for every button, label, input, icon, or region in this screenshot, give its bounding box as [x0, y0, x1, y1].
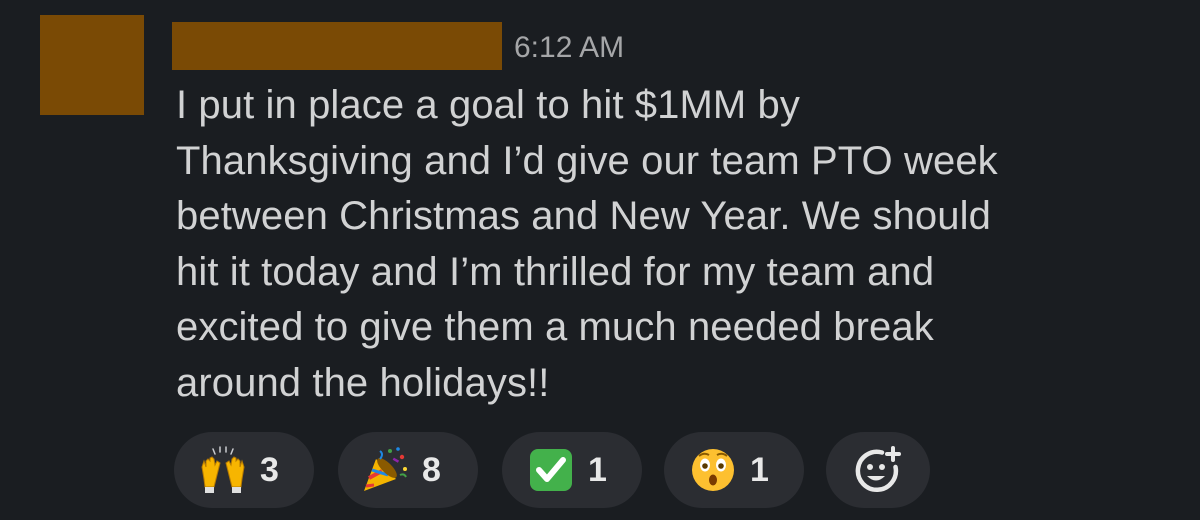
- chat-message: 6:12 AM I put in place a goal to hit $1M…: [0, 0, 1200, 520]
- message-line: I put in place a goal to hit $1MM by: [176, 83, 800, 127]
- message-line: hit it today and I’m thrilled for my tea…: [176, 249, 935, 294]
- hushed-face-icon: [692, 449, 734, 491]
- message-body: I put in place a goal to hit $1MM by Tha…: [176, 78, 1166, 411]
- reaction-raised-hands[interactable]: 3: [174, 432, 314, 508]
- white-check-mark-icon: [530, 449, 572, 491]
- message-line: Thanksgiving and I’d give our team PTO w…: [176, 138, 998, 183]
- reaction-hushed-face[interactable]: 1: [664, 432, 804, 508]
- message-timestamp[interactable]: 6:12 AM: [514, 30, 624, 66]
- message-line: between Christmas and New Year. We shoul…: [176, 194, 991, 238]
- raised-hands-icon: [201, 446, 245, 493]
- add-reaction-icon: [855, 446, 901, 492]
- party-popper-icon: [364, 447, 407, 491]
- sender-name-redacted[interactable]: [172, 22, 502, 70]
- add-reaction-button[interactable]: [826, 432, 930, 508]
- reaction-count: 8: [422, 450, 441, 489]
- reaction-white-check-mark[interactable]: 1: [502, 432, 642, 508]
- reaction-count: 1: [588, 450, 607, 489]
- message-line: around the holidays!!: [176, 360, 550, 405]
- reaction-party-popper[interactable]: 8: [338, 432, 478, 508]
- reaction-count: 1: [750, 450, 769, 489]
- message-line: excited to give them a much needed break: [176, 305, 934, 349]
- avatar-redacted[interactable]: [40, 15, 144, 115]
- reaction-count: 3: [260, 450, 279, 489]
